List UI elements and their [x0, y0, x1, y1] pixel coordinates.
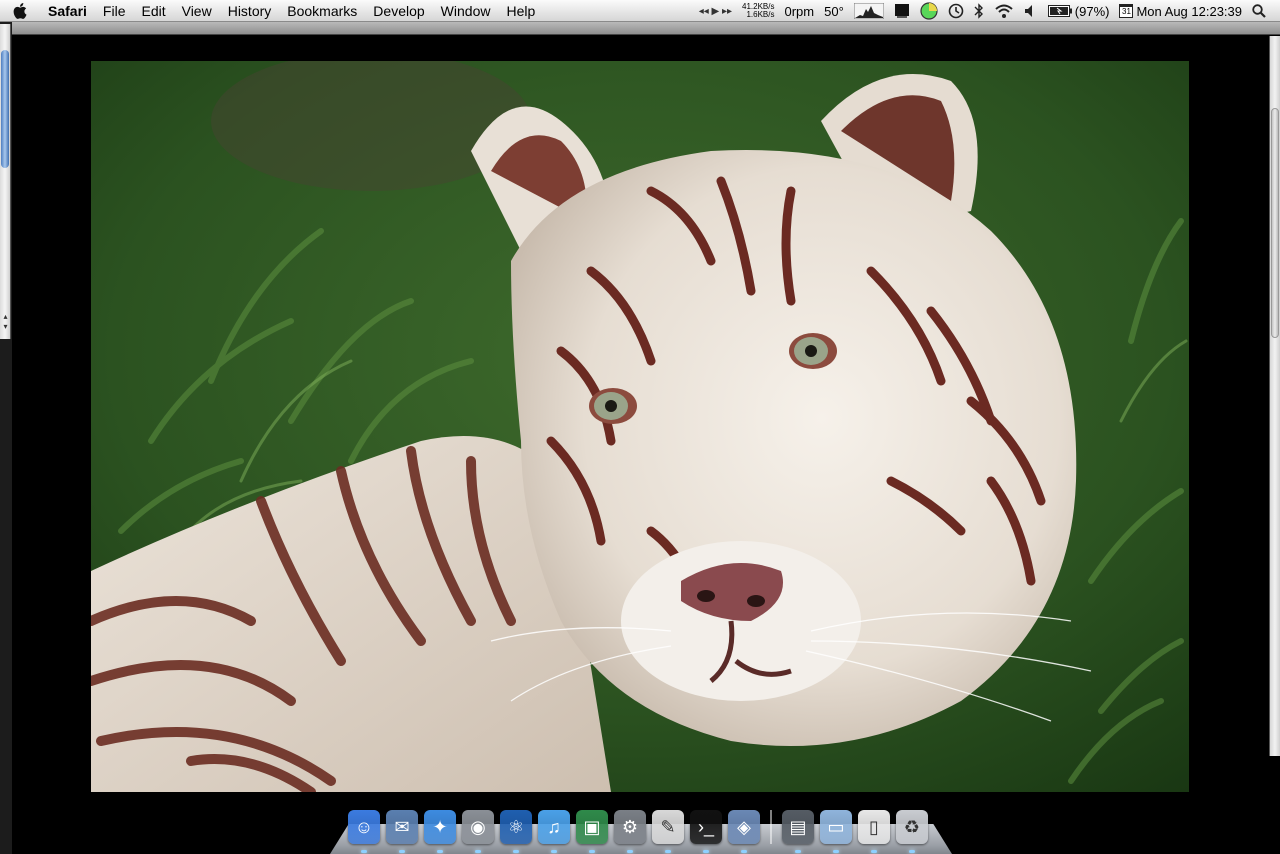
left-scroll-arrows[interactable]: ▴ ▾ — [0, 312, 11, 332]
dock-trash[interactable]: ♻ — [896, 810, 928, 853]
running-indicator — [361, 850, 367, 853]
menu-view[interactable]: View — [174, 3, 220, 19]
dock-itunes[interactable]: ♫ — [538, 810, 570, 853]
dock-disk-utility[interactable]: ◉ — [462, 810, 494, 853]
bluetooth-icon[interactable] — [974, 3, 984, 19]
running-indicator — [475, 850, 481, 853]
dock-system-preferences[interactable]: ⚙ — [614, 810, 646, 853]
menu-bar: Safari File Edit View History Bookmarks … — [0, 0, 1280, 22]
right-scrollbar[interactable] — [1269, 36, 1280, 756]
apple-menu[interactable] — [0, 2, 40, 19]
text-edit-icon: ✎ — [660, 816, 676, 837]
network-speed[interactable]: 41.2KB/s 1.6KB/s — [742, 3, 774, 19]
right-scrollbar-thumb[interactable] — [1271, 108, 1279, 338]
menu-file[interactable]: File — [95, 3, 134, 19]
clock[interactable]: 31 Mon Aug 12:23:39 — [1119, 4, 1242, 19]
left-scrollbar[interactable]: ▴ ▾ — [0, 24, 11, 339]
fan-speed[interactable]: 0rpm — [784, 4, 814, 19]
dock-terminal[interactable]: ›_ — [690, 810, 722, 853]
dock: ☺ ✉ ✦ ◉ ⚛ ♫ ▣ ⚙ ✎ ›_ ◈ ▤ ▭ ▯ ♻ — [330, 802, 952, 854]
dock-mail[interactable]: ✉ — [386, 810, 418, 853]
battery-icon — [1047, 5, 1072, 17]
dock-items: ☺ ✉ ✦ ◉ ⚛ ♫ ▣ ⚙ ✎ ›_ ◈ ▤ ▭ ▯ ♻ — [348, 804, 928, 853]
app-menu-safari[interactable]: Safari — [40, 3, 95, 19]
running-indicator — [627, 850, 633, 853]
volume-icon[interactable] — [1024, 4, 1038, 18]
color-meter-icon[interactable] — [920, 2, 938, 20]
dock-text-edit[interactable]: ✎ — [652, 810, 684, 853]
running-indicator — [909, 850, 915, 853]
safari-icon: ✦ — [432, 816, 448, 837]
tiger-image — [91, 61, 1189, 792]
menu-help[interactable]: Help — [498, 3, 543, 19]
dock-finder[interactable]: ☺ — [348, 810, 380, 853]
temperature[interactable]: 50° — [824, 4, 844, 19]
menu-develop[interactable]: Develop — [365, 3, 432, 19]
apple-logo-icon — [13, 2, 27, 19]
running-indicator — [703, 850, 709, 853]
folder-stack-icon: ▭ — [827, 816, 845, 837]
running-indicator — [513, 850, 519, 853]
dock-safari[interactable]: ✦ — [424, 810, 456, 853]
photo-booth-icon: ▣ — [583, 816, 601, 837]
spotlight-search-icon[interactable] — [1252, 4, 1266, 18]
white-tiger-photo — [91, 61, 1189, 792]
time-machine-icon[interactable] — [948, 3, 964, 19]
running-indicator — [437, 850, 443, 853]
menu-bookmarks[interactable]: Bookmarks — [279, 3, 365, 19]
disk-utility-icon: ◉ — [470, 816, 486, 837]
running-indicator — [399, 850, 405, 853]
wifi-icon[interactable] — [994, 3, 1014, 19]
clock-text: Mon Aug 12:23:39 — [1136, 3, 1242, 19]
preview-icon: ◈ — [737, 816, 751, 837]
cpu-monitor-icon[interactable] — [894, 3, 910, 19]
trash-icon: ♻ — [903, 816, 921, 837]
menu-window[interactable]: Window — [433, 3, 499, 19]
dock-separator — [770, 810, 772, 844]
running-indicator — [551, 850, 557, 853]
media-controls[interactable]: ◂◂ ▶ ▸▸ — [699, 6, 732, 17]
running-indicator — [589, 850, 595, 853]
calendar-day: 31 — [1122, 7, 1131, 16]
dock-photo-booth[interactable]: ▣ — [576, 810, 608, 853]
dock-network[interactable]: ⚛ — [500, 810, 532, 853]
network-icon: ⚛ — [507, 816, 525, 837]
terminal-icon: ›_ — [697, 816, 714, 837]
left-scrollbar-thumb[interactable] — [1, 50, 9, 168]
menu-history[interactable]: History — [220, 3, 280, 19]
dock-documents-stack[interactable]: ▯ — [858, 810, 890, 853]
running-indicator — [795, 850, 801, 853]
image-stack-icon: ▤ — [789, 816, 807, 837]
dock-preview[interactable]: ◈ — [728, 810, 760, 853]
menu-extras: ◂◂ ▶ ▸▸ 41.2KB/s 1.6KB/s 0rpm 50° (97%) … — [694, 0, 1280, 22]
mail-icon: ✉ — [394, 816, 410, 837]
battery-status[interactable]: (97%) — [1047, 3, 1110, 19]
system-preferences-icon: ⚙ — [621, 816, 639, 837]
dock-folder-stack[interactable]: ▭ — [820, 810, 852, 853]
running-indicator — [871, 850, 877, 853]
running-indicator — [665, 850, 671, 853]
running-indicator — [833, 850, 839, 853]
menu-edit[interactable]: Edit — [133, 3, 173, 19]
documents-stack-icon: ▯ — [869, 816, 879, 837]
battery-percent: (97%) — [1074, 3, 1110, 19]
window-title-strip — [0, 22, 1280, 35]
calendar-icon: 31 — [1119, 4, 1134, 18]
finder-icon: ☺ — [354, 816, 374, 837]
itunes-icon: ♫ — [547, 816, 561, 837]
running-indicator — [741, 850, 747, 853]
net-down-text: 1.6KB/s — [746, 10, 775, 19]
activity-graph-icon[interactable] — [853, 3, 884, 19]
dock-image-stack[interactable]: ▤ — [782, 810, 814, 853]
